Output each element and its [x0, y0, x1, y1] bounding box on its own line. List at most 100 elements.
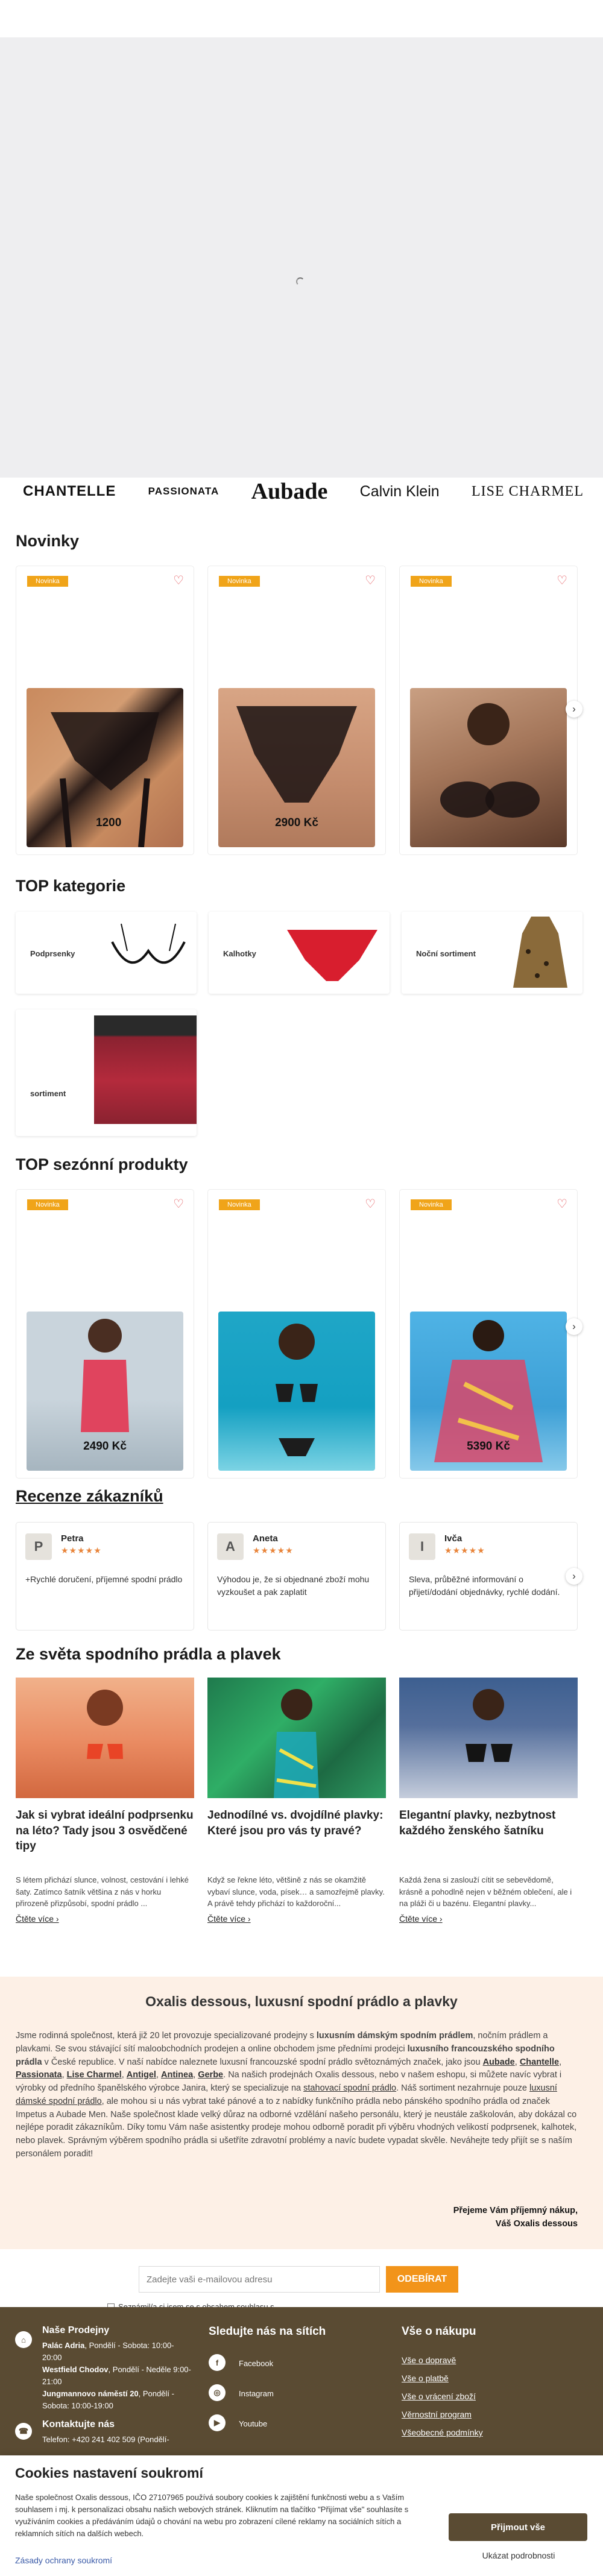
article-image[interactable] [207, 1678, 386, 1798]
carousel-next-icon[interactable]: › [566, 1568, 582, 1585]
brand-link[interactable]: Passionata [16, 2070, 62, 2080]
category-card-sortiment[interactable]: sortiment [16, 1009, 197, 1136]
brand-link[interactable]: Antigel [127, 2070, 156, 2080]
footer-link-vernostni[interactable]: Věrnostní program [402, 2410, 472, 2419]
read-more-label: Čtěte více [16, 1914, 54, 1924]
contact-phone[interactable]: Telefon: +420 241 402 509 (Pondělí- [42, 2434, 169, 2446]
product-card[interactable]: Novinka ♡ 1200 [16, 566, 194, 855]
shapewear-link[interactable]: stahovací spodní prádlo [303, 2083, 396, 2093]
heart-icon[interactable]: ♡ [173, 1196, 184, 1211]
black-bikini-icon [466, 1689, 513, 1762]
newsletter-email-input[interactable] [139, 2266, 380, 2293]
brand-link[interactable]: Gerbe [198, 2070, 223, 2080]
brand-logo-calvin-klein[interactable]: Calvin Klein [360, 483, 440, 500]
brand-logo-chantelle[interactable]: CHANTELLE [23, 483, 116, 500]
about-title: Oxalis dessous, luxusní spodní prádlo a … [145, 1994, 458, 2009]
article-image[interactable] [399, 1678, 578, 1798]
category-card-kalhotky[interactable]: Kalhotky [209, 912, 390, 994]
category-card-podprsenky[interactable]: Podprsenky [16, 912, 197, 994]
footer-link-platba[interactable]: Vše o platbě [402, 2373, 449, 2383]
read-more-link[interactable]: Čtěte více › [16, 1914, 59, 1924]
briefs-icon [287, 930, 377, 981]
store-icon: ⌂ [15, 2331, 32, 2348]
brand-logo-lise-charmel[interactable]: LISE CHARMEL [472, 484, 584, 500]
privacy-policy-link[interactable]: Zásady ochrany soukromí [15, 2555, 112, 2565]
article-title[interactable]: Jednodílné vs. dvojdílné plavky: Které j… [207, 1808, 386, 1839]
review-text: +Rychlé doručení, příjemné spodní prádlo [25, 1574, 183, 1584]
heart-icon[interactable]: ♡ [173, 573, 184, 588]
brand-logo-aubade[interactable]: Aubade [251, 478, 328, 505]
review-author: Petra [61, 1533, 84, 1544]
star-rating-icon: ★★★★★ [444, 1545, 485, 1555]
star-rating-icon: ★★★★★ [253, 1545, 294, 1555]
hero-banner[interactable] [0, 37, 603, 478]
subscribe-button[interactable]: ODEBÍRAT [386, 2266, 458, 2293]
reviews-title[interactable]: Recenze zákazníků [16, 1487, 163, 1506]
store-item: Palác Adria, Pondělí - Sobota: 10:00-20:… [42, 2341, 174, 2362]
review-author: Ivča [444, 1533, 463, 1544]
novinka-badge: Novinka [411, 576, 452, 587]
carousel-next-icon[interactable]: › [566, 1318, 582, 1335]
accept-all-button[interactable]: Přijmout vše [449, 2513, 587, 2541]
brand-link[interactable]: Aubade [483, 2057, 515, 2067]
store-item: Westfield Chodov, Pondělí - Neděle 9:00-… [42, 2365, 191, 2386]
about-text: Jsme rodinná společnost, která již 20 le… [16, 2031, 577, 2159]
heart-icon[interactable]: ♡ [365, 1196, 376, 1211]
star-rating-icon: ★★★★★ [61, 1545, 102, 1555]
read-more-label: Čtěte více [399, 1914, 438, 1924]
tropical-swimsuit-icon [274, 1689, 319, 1798]
category-card-nocni-sortiment[interactable]: Noční sortiment [402, 912, 582, 994]
brand-strip: CHANTELLE PASSIONATA Aubade Calvin Klein… [0, 478, 603, 505]
youtube-icon[interactable]: ▶ [209, 2414, 226, 2431]
heart-icon[interactable]: ♡ [557, 1196, 567, 1211]
facebook-icon[interactable]: f [209, 2354, 226, 2371]
product-card[interactable]: Novinka ♡ [399, 566, 578, 855]
product-card[interactable]: Novinka ♡ 5390 Kč [399, 1189, 578, 1479]
product-card[interactable]: Novinka ♡ [207, 1189, 386, 1479]
article-title[interactable]: Jak si vybrat ideální podprsenku na léto… [16, 1808, 194, 1854]
bra-icon [111, 923, 186, 964]
social-title: Sledujte nás na sítích [209, 2325, 326, 2338]
brand-link[interactable]: Antinea [161, 2070, 193, 2080]
article-excerpt: Když se řekne léto, většině z nás se oka… [207, 1875, 385, 1908]
novinka-badge: Novinka [27, 576, 68, 587]
brand-logo-passionata[interactable]: PASSIONATA [148, 485, 219, 497]
cookie-title: Cookies nastavení soukromí [15, 2465, 203, 2481]
footer-link-podminky[interactable]: Všeobecné podmínky [402, 2428, 483, 2437]
heart-icon[interactable]: ♡ [557, 573, 567, 588]
read-more-link[interactable]: Čtěte více › [399, 1914, 443, 1924]
carousel-next-icon[interactable]: › [566, 701, 582, 718]
footer-link-doprava[interactable]: Vše o dopravě [402, 2355, 456, 2365]
product-card[interactable]: Novinka ♡ 2900 Kč [207, 566, 386, 855]
article-card[interactable]: Jednodílné vs. dvojdílné plavky: Které j… [207, 1678, 386, 1943]
product-image[interactable] [218, 1312, 375, 1471]
bikini-icon [276, 1324, 318, 1456]
brand-link[interactable]: Chantelle [520, 2057, 559, 2067]
avatar: I [409, 1533, 435, 1560]
article-card[interactable]: Elegantní plavky, nezbytnost každého žen… [399, 1678, 578, 1943]
novinka-badge: Novinka [219, 1199, 260, 1210]
heart-icon[interactable]: ♡ [365, 573, 376, 588]
youtube-link[interactable]: Youtube [239, 2418, 267, 2430]
newsletter: ODEBÍRAT Seznámil/a si jsem se s obsahem… [0, 2249, 603, 2311]
about-section: Oxalis dessous, luxusní spodní prádlo a … [0, 1977, 603, 2249]
review-card: P Petra ★★★★★ +Rychlé doručení, příjemné… [16, 1522, 194, 1631]
article-image[interactable] [16, 1678, 194, 1798]
brand-link[interactable]: Lise Charmel [67, 2070, 122, 2080]
footer: ⌂ Naše Prodejny Palác Adria, Pondělí - S… [0, 2307, 603, 2464]
read-more-link[interactable]: Čtěte více › [207, 1914, 251, 1924]
stores-title: Naše Prodejny [42, 2325, 110, 2335]
novinka-badge: Novinka [411, 1199, 452, 1210]
product-image[interactable] [410, 688, 567, 847]
show-details-button[interactable]: Ukázat podrobnosti [458, 2551, 579, 2560]
instagram-link[interactable]: Instagram [239, 2388, 274, 2400]
category-label: Podprsenky [30, 949, 75, 958]
product-card[interactable]: Novinka ♡ 2490 Kč [16, 1189, 194, 1479]
store-item: Jungmannovo náměstí 20, Pondělí - Sobota… [42, 2389, 174, 2410]
facebook-link[interactable]: Facebook [239, 2358, 273, 2370]
article-title[interactable]: Elegantní plavky, nezbytnost každého žen… [399, 1808, 578, 1839]
article-card[interactable]: Jak si vybrat ideální podprsenku na léto… [16, 1678, 194, 1943]
instagram-icon[interactable]: ◎ [209, 2384, 226, 2401]
footer-link-vraceni[interactable]: Vše o vrácení zboží [402, 2391, 476, 2401]
review-card: I Ivča ★★★★★ Sleva, průběžné informování… [399, 1522, 578, 1631]
